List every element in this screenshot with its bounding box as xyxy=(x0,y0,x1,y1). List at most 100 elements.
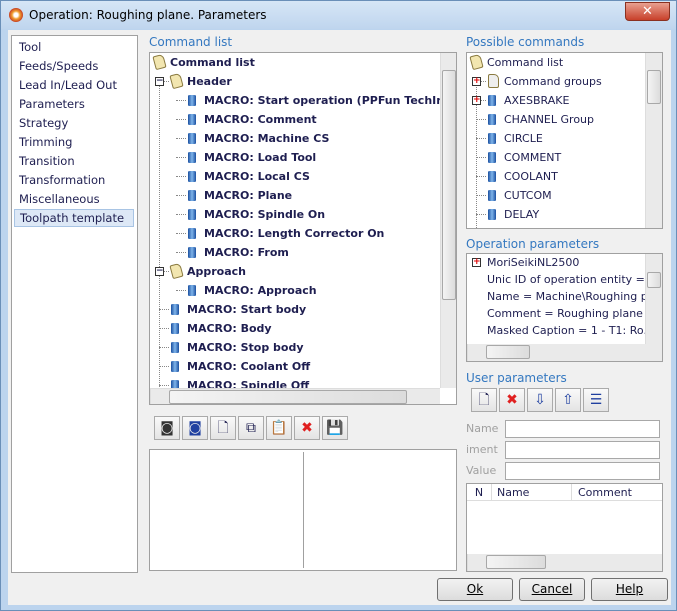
move-down-icon: ⇩ xyxy=(534,392,546,408)
ok-button[interactable]: Ok xyxy=(437,578,513,601)
camera-load-button[interactable]: ◙ xyxy=(154,416,180,440)
tree-row[interactable]: MACRO: Stop body xyxy=(150,338,440,357)
app-icon xyxy=(9,8,23,22)
nav-item-transition[interactable]: Transition xyxy=(14,152,134,170)
tree-row[interactable]: COMMENT xyxy=(467,148,645,167)
tree-line xyxy=(159,309,169,310)
macro-icon xyxy=(171,361,179,372)
field-input-1[interactable] xyxy=(505,441,660,459)
macro-icon xyxy=(171,323,179,334)
user-parameters-table[interactable]: N Name Comment xyxy=(466,483,663,572)
move-down-button[interactable]: ⇩ xyxy=(527,388,553,412)
tree-line xyxy=(176,233,186,234)
nav-item-trimming[interactable]: Trimming xyxy=(14,133,134,151)
tree-row[interactable]: + Command groups xyxy=(467,72,645,91)
tree-row-label: AXESBRAKE xyxy=(504,94,570,107)
tree-row[interactable]: MACRO: Comment xyxy=(150,110,440,129)
macro-icon xyxy=(171,304,179,315)
tree-row[interactable]: MACRO: From xyxy=(150,243,440,262)
expand-icon[interactable]: + xyxy=(472,77,481,86)
tree-row[interactable]: MACRO: Machine CS xyxy=(150,129,440,148)
tree-row[interactable]: CHANNEL Group xyxy=(467,110,645,129)
help-button[interactable]: Help xyxy=(591,578,668,601)
nav-item-transformation[interactable]: Transformation xyxy=(14,171,134,189)
tree-row-label: MACRO: Local CS xyxy=(204,170,310,183)
horizontal-scrollbar[interactable] xyxy=(467,554,662,571)
field-input-2[interactable] xyxy=(505,462,660,480)
paste-button[interactable]: 📋 xyxy=(266,416,292,440)
macro-icon xyxy=(188,228,196,239)
tree-row-label: Command list xyxy=(487,56,564,69)
column-name[interactable]: Name xyxy=(497,484,572,501)
tag-icon xyxy=(169,72,184,90)
scrollbar-thumb[interactable] xyxy=(647,70,661,104)
tree-row[interactable]: MACRO: Body xyxy=(150,319,440,338)
scrollbar-thumb[interactable] xyxy=(647,272,661,288)
new-file-button[interactable]: 🗋 xyxy=(210,416,236,440)
horizontal-scrollbar[interactable] xyxy=(150,388,440,404)
move-up-button[interactable]: ⇧ xyxy=(555,388,581,412)
vertical-scrollbar[interactable] xyxy=(645,254,662,344)
tree-row[interactable]: MACRO: Spindle Off xyxy=(150,376,440,388)
vertical-scrollbar[interactable] xyxy=(440,53,456,388)
scrollbar-thumb[interactable] xyxy=(169,390,407,404)
tree-row[interactable]: MACRO: Start body xyxy=(150,300,440,319)
expand-icon[interactable]: + xyxy=(472,96,481,105)
tree-row[interactable]: + AXESBRAKE xyxy=(467,91,645,110)
nav-item-tool[interactable]: Tool xyxy=(14,38,134,56)
copy-button[interactable]: ⧉ xyxy=(238,416,264,440)
tree-line xyxy=(176,176,186,177)
tree-row[interactable]: COOLANT xyxy=(467,167,645,186)
nav-item-toolpath-template[interactable]: Toolpath template xyxy=(14,209,134,227)
new-button[interactable]: 🗋 xyxy=(471,388,497,412)
tree-row[interactable]: MACRO: Load Tool xyxy=(150,148,440,167)
title-bar: Operation: Roughing plane. Parameters ✕ xyxy=(1,1,676,29)
column-comment[interactable]: Comment xyxy=(578,484,632,501)
tree-row-label: CUTCOM xyxy=(504,189,552,202)
camera-save-button[interactable]: ◙ xyxy=(182,416,208,440)
expand-icon[interactable]: + xyxy=(472,258,481,267)
save-button[interactable]: 💾 xyxy=(322,416,348,440)
scrollbar-thumb[interactable] xyxy=(486,345,530,359)
tree-row[interactable]: DELAY xyxy=(467,205,645,224)
macro-icon xyxy=(188,247,196,258)
tree-row[interactable]: MACRO: Length Corrector On xyxy=(150,224,440,243)
delete-button[interactable]: ✖ xyxy=(294,416,320,440)
tree-row[interactable]: MACRO: Coolant Off xyxy=(150,357,440,376)
tree-row-label: MACRO: Spindle Off xyxy=(187,379,310,388)
tree-row[interactable]: − Header xyxy=(150,72,440,91)
column-n[interactable]: N xyxy=(467,484,492,501)
field-input-0[interactable] xyxy=(505,420,660,438)
tree-row[interactable]: MACRO: Local CS xyxy=(150,167,440,186)
scrollbar-thumb[interactable] xyxy=(442,70,456,300)
possible-commands-tree[interactable]: Command list + Command groups + AXESBRAKE CHA… xyxy=(466,52,663,229)
tree-row[interactable]: MACRO: Start operation (PPFun TechInf... xyxy=(150,91,440,110)
vertical-scrollbar[interactable] xyxy=(645,53,662,228)
close-button[interactable]: ✕ xyxy=(625,2,670,21)
nav-item-feeds-speeds[interactable]: Feeds/Speeds xyxy=(14,57,134,75)
horizontal-scrollbar[interactable] xyxy=(467,344,662,361)
collapse-icon[interactable]: − xyxy=(155,77,164,86)
tree-row[interactable]: CUTCOM xyxy=(467,186,645,205)
tree-row[interactable]: Command list xyxy=(150,53,440,72)
tree-row[interactable]: CIRCLE xyxy=(467,129,645,148)
cancel-button[interactable]: Cancel xyxy=(519,578,585,601)
splitter[interactable] xyxy=(303,452,304,568)
nav-item-lead-in-lead-out[interactable]: Lead In/Lead Out xyxy=(14,76,134,94)
tree-row[interactable]: MACRO: Spindle On xyxy=(150,205,440,224)
scrollbar-thumb[interactable] xyxy=(486,555,546,569)
tree-row[interactable]: − Approach xyxy=(150,262,440,281)
nav-item-parameters[interactable]: Parameters xyxy=(14,95,134,113)
move-up-icon: ⇧ xyxy=(562,392,574,408)
list-button[interactable]: ☰ xyxy=(583,388,609,412)
tree-row[interactable]: MACRO: Approach xyxy=(150,281,440,300)
nav-item-miscellaneous[interactable]: Miscellaneous xyxy=(14,190,134,208)
parameter-row[interactable]: Masked Caption = 1 - T1: Ro... xyxy=(467,321,645,340)
command-list-tree[interactable]: Command list − Header MACRO: Start operatio… xyxy=(149,52,457,405)
tree-row[interactable]: Command list xyxy=(467,53,645,72)
collapse-icon[interactable]: − xyxy=(155,267,164,276)
tree-row[interactable]: MACRO: Plane xyxy=(150,186,440,205)
nav-item-strategy[interactable]: Strategy xyxy=(14,114,134,132)
operation-parameters-tree[interactable]: + MoriSeikiNL2500 Unic ID of operation ent… xyxy=(466,253,663,362)
delete-button[interactable]: ✖ xyxy=(499,388,525,412)
